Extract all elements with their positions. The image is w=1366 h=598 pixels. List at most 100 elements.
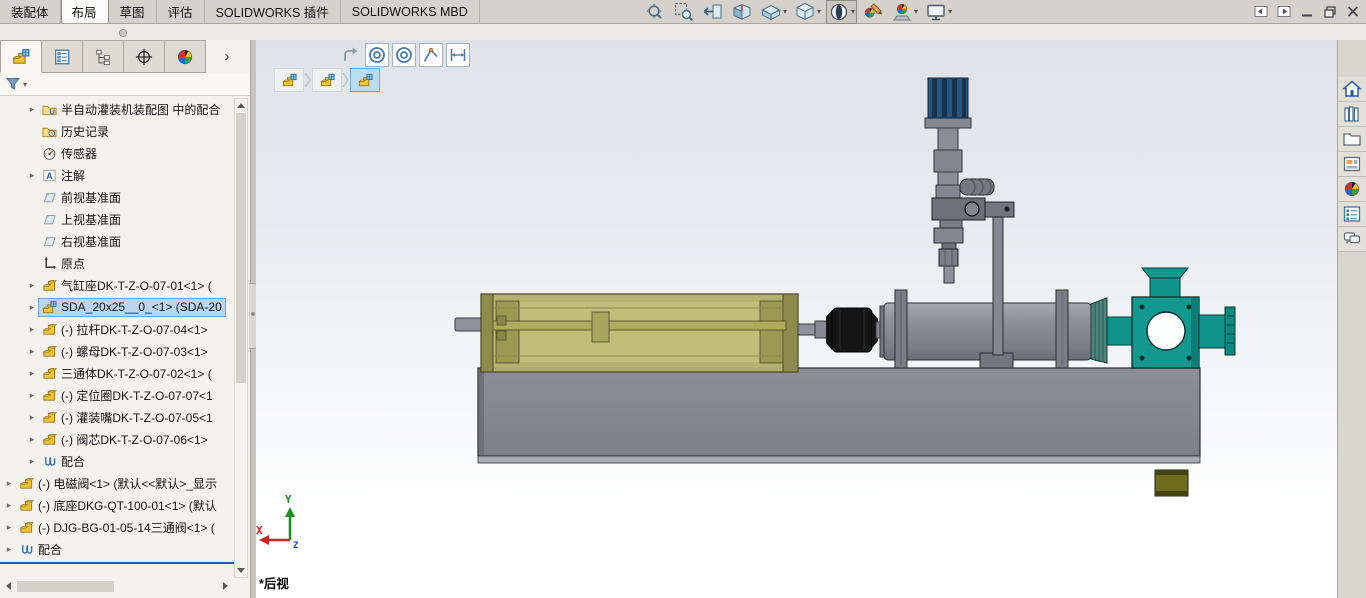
tree-item[interactable]: ▸ (-) 灌装嘴DK-T-Z-O-07-05<1 [0,406,233,428]
tree-item-core[interactable]: 原点 [38,253,89,274]
zoom-fit-button[interactable] [642,0,668,24]
tree-vertical-scrollbar[interactable] [234,98,248,578]
tree-item[interactable]: ▸ (-) 拉杆DK-T-Z-O-07-04<1> [0,318,233,340]
tree-item-expand-arrow[interactable]: ▸ [3,500,15,511]
ribbon-tab-4[interactable]: 评估 [156,0,205,23]
ribbon-tab-3[interactable]: 草图 [108,0,157,23]
tree-item-expand-arrow[interactable]: ▸ [3,478,15,489]
dimxpertmanager-tab[interactable] [124,40,165,73]
tree-item-core[interactable]: 三通体DK-T-Z-O-07-02<1> ( [38,363,216,384]
filter-funnel-icon[interactable] [5,76,21,92]
apply-scene-button[interactable]: ▾ [889,0,920,24]
commandmanager-collapsed-strip[interactable] [0,24,1366,40]
tree-item-core[interactable]: 右视基准面 [38,231,125,252]
annotation-views-button[interactable]: ▾ [758,0,789,24]
tree-item[interactable]: 右视基准面 [0,230,233,252]
tree-item-expand-arrow[interactable]: ▸ [26,280,38,291]
configurationmanager-tab[interactable] [83,40,124,73]
tree-item[interactable]: 上视基准面 [0,208,233,230]
model-coupling[interactable] [826,307,878,353]
model-three-way-valve[interactable] [1106,267,1236,369]
tree-item-core[interactable]: 上视基准面 [38,209,125,230]
model-piston-rod[interactable] [454,317,484,332]
tree-item[interactable]: ▸ 配合 [0,538,233,560]
dropdown-arrow-icon[interactable]: ▾ [914,7,918,16]
appearances-scenes-button[interactable] [1338,177,1366,202]
breadcrumb-item-2[interactable] [312,68,342,92]
tree-item-expand-arrow[interactable]: ▸ [26,390,38,401]
tree-filter-row[interactable]: ▾ [0,73,250,96]
scroll-down-arrow-icon[interactable] [237,568,245,573]
tree-item[interactable]: ▸ 三通体DK-T-Z-O-07-02<1> ( [0,362,233,384]
model-cone-flange[interactable] [1090,297,1108,364]
tree-item-expand-arrow[interactable]: ▸ [26,302,38,313]
file-explorer-button[interactable] [1338,127,1366,152]
displaymanager-tab[interactable] [165,40,206,73]
breadcrumb-item-3[interactable] [350,68,380,92]
tree-item[interactable]: 前视基准面 [0,186,233,208]
tree-item-core[interactable]: (-) 螺母DK-T-Z-O-07-03<1> [38,341,212,362]
tree-item[interactable]: ▸ (-) 定位圈DK-T-Z-O-07-07<1 [0,384,233,406]
previous-view-button[interactable] [700,0,726,24]
tree-item-expand-arrow[interactable]: ▸ [26,346,38,357]
tree-item-expand-arrow[interactable]: ▸ [26,456,38,467]
ribbon-tab-2[interactable]: 布局 [60,0,109,23]
tree-item-core[interactable]: 传感器 [38,143,101,164]
propertymanager-tab[interactable] [42,40,83,73]
zoom-area-button[interactable] [671,0,697,24]
tree-item[interactable]: 历史记录 [0,120,233,142]
model-filling-nozzle[interactable] [924,77,995,284]
tree-item-expand-arrow[interactable]: ▸ [26,104,38,115]
tree-item-core[interactable]: (-) 电磁阀<1> (默认<<默认>_显示 [15,473,221,494]
dropdown-arrow-icon[interactable]: ▾ [817,7,821,16]
model-barb-fitting[interactable] [959,178,995,196]
scroll-up-arrow-icon[interactable] [237,103,245,108]
model-valve-knob[interactable] [927,77,969,119]
dropdown-arrow-icon[interactable]: ▾ [948,7,952,16]
view-palette-button[interactable] [1338,152,1366,177]
tree-item-core[interactable]: (-) DJG-BG-01-05-14三通阀<1> ( [15,517,219,538]
tree-horizontal-scrollbar[interactable] [2,580,232,593]
tree-item-core[interactable]: 历史记录 [38,121,113,142]
tree-item-expand-arrow[interactable]: ▸ [26,412,38,423]
model-support-foot[interactable] [1154,469,1189,497]
model-3d-view[interactable]: X Y Z [256,40,1337,598]
tree-item-core[interactable]: A 注解 [38,165,89,186]
tree-item-expand-arrow[interactable]: ▸ [26,170,38,181]
rollback-bar[interactable] [0,562,234,564]
tree-item[interactable]: ▸ (-) 阀芯DK-T-Z-O-07-06<1> [0,428,233,450]
graphics-area[interactable]: X Y Z *后视 [256,40,1337,598]
tree-item-core[interactable]: SDA_20x25__0_<1> (SDA-20 [38,297,226,317]
restore-button[interactable] [1323,5,1337,18]
section-view-button[interactable] [729,0,755,24]
tree-item-core[interactable]: 配合 [38,451,89,472]
home-button[interactable] [1338,77,1366,102]
tree-item[interactable]: ▸ (-) 电磁阀<1> (默认<<默认>_显示 [0,472,233,494]
dropdown-arrow-icon[interactable]: ▾ [851,7,855,16]
scroll-left-arrow-icon[interactable] [6,582,11,590]
pane-collapse-left-button[interactable] [1254,5,1268,18]
view-settings-button[interactable]: ▾ [923,0,954,24]
tree-item-expand-arrow[interactable]: ▸ [3,522,15,533]
custom-properties-button[interactable] [1338,202,1366,227]
tree-item[interactable]: 传感器 [0,142,233,164]
sketch-line-button[interactable] [419,43,443,67]
minimize-button[interactable] [1300,5,1314,18]
tree-item-core[interactable]: (-) 拉杆DK-T-Z-O-07-04<1> [38,319,212,340]
tree-item[interactable]: 原点 [0,252,233,274]
tree-item[interactable]: ▸ 配合 [0,450,233,472]
tree-item-core[interactable]: 前视基准面 [38,187,125,208]
tree-item-expand-arrow[interactable]: ▸ [26,324,38,335]
tree-item[interactable]: ▸ (-) 底座DKG-QT-100-01<1> (默认 [0,494,233,516]
tree-item-core[interactable]: 半自动灌装机装配图 中的配合 [38,99,224,120]
close-button[interactable] [1346,5,1360,18]
model-air-cylinder[interactable] [480,293,799,373]
tree-item-core[interactable]: (-) 阀芯DK-T-Z-O-07-06<1> [38,429,212,450]
tree-item-expand-arrow[interactable]: ▸ [3,544,15,555]
tree-item-core[interactable]: (-) 底座DKG-QT-100-01<1> (默认 [15,495,221,516]
pane-collapse-right-button[interactable] [1277,5,1291,18]
tree-item-expand-arrow[interactable]: ▸ [26,368,38,379]
concentric-circle-button[interactable] [365,43,389,67]
tree-item[interactable]: ▸ SDA_20x25__0_<1> (SDA-20 [0,296,233,318]
edit-appearance-button[interactable] [860,0,886,24]
